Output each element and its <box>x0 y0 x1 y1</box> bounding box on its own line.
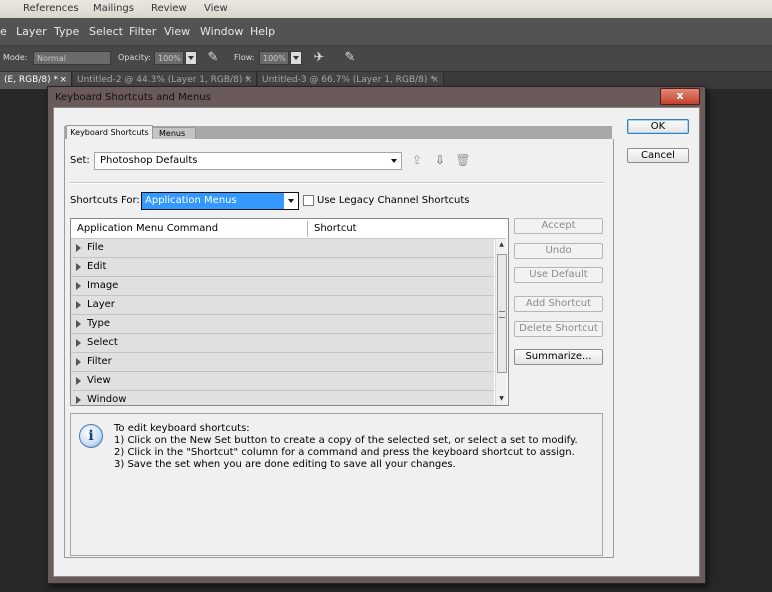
info-icon: i <box>79 424 103 448</box>
table-scrollbar[interactable]: ▲ ▼ <box>495 239 507 405</box>
new-set-icon[interactable]: ⇩ <box>432 152 448 168</box>
ribbon-tab-mailings[interactable]: Mailings <box>93 3 134 14</box>
doc-tab-label: (E, RGB/8) * <box>4 75 58 85</box>
chevron-down-icon <box>391 159 397 163</box>
expand-triangle-icon[interactable] <box>76 301 81 309</box>
expand-triangle-icon[interactable] <box>76 358 81 366</box>
table-row[interactable]: File <box>71 239 494 258</box>
scrollbar-thumb[interactable] <box>497 254 507 373</box>
menu-bar: e Layer Type Select Filter View Window H… <box>0 18 772 46</box>
menu-filter[interactable]: Filter <box>129 25 156 38</box>
table-row[interactable]: Window <box>71 391 494 405</box>
scroll-up-icon[interactable]: ▲ <box>496 239 507 251</box>
expand-triangle-icon[interactable] <box>76 339 81 347</box>
flow-field[interactable]: 100% <box>259 51 289 65</box>
ribbon-tab-references[interactable]: References <box>23 3 79 14</box>
table-row[interactable]: Edit <box>71 258 494 277</box>
summarize-button[interactable]: Summarize... <box>514 349 603 365</box>
row-label: Image <box>87 280 119 291</box>
row-label: File <box>87 242 104 253</box>
shortcuts-for-label: Shortcuts For: <box>70 195 140 206</box>
expand-triangle-icon[interactable] <box>76 320 81 328</box>
row-label: Filter <box>87 356 112 367</box>
options-bar: Mode: Normal Opacity: 100% ✎ Flow: 100% … <box>0 46 772 72</box>
table-row[interactable]: View <box>71 372 494 391</box>
ribbon-tab-review[interactable]: Review <box>151 3 187 14</box>
row-label: Layer <box>87 299 115 310</box>
table-row[interactable]: Layer <box>71 296 494 315</box>
expand-triangle-icon[interactable] <box>76 263 81 271</box>
ok-button[interactable]: OK <box>627 119 689 134</box>
row-label: Edit <box>87 261 107 272</box>
expand-triangle-icon[interactable] <box>76 244 81 252</box>
info-box: i To edit keyboard shortcuts: 1) Click o… <box>70 413 603 556</box>
commands-table: Application Menu Command Shortcut File E… <box>70 218 509 406</box>
undo-button[interactable]: Undo <box>514 243 603 259</box>
table-row[interactable]: Type <box>71 315 494 334</box>
menu-edit[interactable]: e <box>0 25 7 38</box>
opacity-dropdown-button[interactable] <box>185 51 197 65</box>
cancel-button[interactable]: Cancel <box>627 148 689 163</box>
shortcuts-for-dropdown[interactable]: Application Menus <box>141 192 299 210</box>
scroll-down-icon[interactable]: ▼ <box>496 393 507 405</box>
expand-triangle-icon[interactable] <box>76 396 81 404</box>
row-label: Select <box>87 337 118 348</box>
tab-menus[interactable]: Menus <box>152 127 196 139</box>
opacity-label: Opacity: <box>118 53 151 62</box>
legacy-channel-label: Use Legacy Channel Shortcuts <box>317 195 470 206</box>
menu-layer[interactable]: Layer <box>16 25 47 38</box>
mode-label: Mode: <box>3 53 28 62</box>
set-label: Set: <box>70 155 90 166</box>
info-line: 1) Click on the New Set button to create… <box>114 435 578 446</box>
table-row[interactable]: Select <box>71 334 494 353</box>
doc-tab-label: Untitled-3 @ 66.7% (Layer 1, RGB/8) * <box>262 75 435 85</box>
row-label: Type <box>87 318 110 329</box>
grip-icon <box>499 311 505 318</box>
save-set-icon[interactable]: ⇪ <box>409 152 425 168</box>
expand-triangle-icon[interactable] <box>76 282 81 290</box>
column-header-command[interactable]: Application Menu Command <box>71 219 307 238</box>
table-row[interactable]: Image <box>71 277 494 296</box>
mode-dropdown[interactable]: Normal <box>33 51 111 65</box>
menu-type[interactable]: Type <box>54 25 79 38</box>
row-label: View <box>87 375 111 386</box>
close-dialog-button[interactable]: x <box>660 88 700 105</box>
info-line: 2) Click in the "Shortcut" column for a … <box>114 447 575 458</box>
menu-window[interactable]: Window <box>200 25 243 38</box>
legacy-channel-checkbox[interactable] <box>303 195 314 206</box>
info-line: 3) Save the set when you are done editin… <box>114 459 456 470</box>
airbrush-icon[interactable]: ✈ <box>310 49 328 67</box>
accept-button[interactable]: Accept <box>514 218 603 234</box>
table-row[interactable]: Filter <box>71 353 494 372</box>
column-header-shortcut[interactable]: Shortcut <box>308 219 494 238</box>
doc-tab-label: Untitled-2 @ 44.3% (Layer 1, RGB/8) * <box>77 75 250 85</box>
use-default-button[interactable]: Use Default <box>514 267 603 283</box>
chevron-down-icon <box>284 193 298 209</box>
delete-set-icon[interactable]: 🗑 <box>455 152 471 168</box>
expand-triangle-icon[interactable] <box>76 377 81 385</box>
info-heading: To edit keyboard shortcuts: <box>114 423 250 434</box>
set-dropdown[interactable]: Photoshop Defaults <box>94 152 402 170</box>
dialog-title: Keyboard Shortcuts and Menus <box>55 92 211 103</box>
word-ribbon-strip: References Mailings Review View <box>0 0 772 18</box>
menu-help[interactable]: Help <box>250 25 275 38</box>
ribbon-tab-view[interactable]: View <box>204 3 228 14</box>
divider <box>70 182 604 184</box>
flow-dropdown-button[interactable] <box>290 51 302 65</box>
add-shortcut-button[interactable]: Add Shortcut <box>514 296 603 312</box>
menu-select[interactable]: Select <box>89 25 123 38</box>
pressure-opacity-icon[interactable]: ✎ <box>204 49 222 67</box>
set-value: Photoshop Defaults <box>100 155 198 166</box>
row-label: Window <box>87 394 127 405</box>
shortcuts-for-value: Application Menus <box>145 195 237 206</box>
table-header: Application Menu Command Shortcut <box>71 219 506 239</box>
opacity-field[interactable]: 100% <box>154 51 184 65</box>
flow-label: Flow: <box>234 53 255 62</box>
menu-view[interactable]: View <box>164 25 190 38</box>
delete-shortcut-button[interactable]: Delete Shortcut <box>514 321 603 337</box>
pressure-size-icon[interactable]: ✎ <box>341 49 359 67</box>
